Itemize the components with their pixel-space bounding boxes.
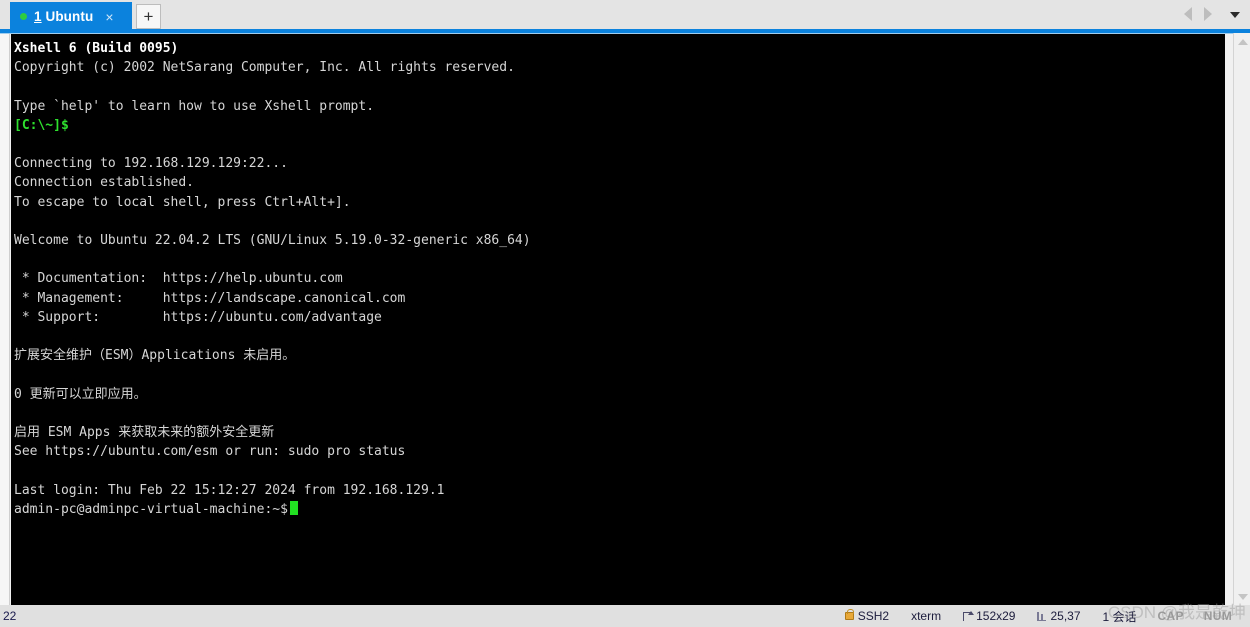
- terminal-line: [C:\~]$: [14, 117, 69, 133]
- status-sessions-label: 1 会话: [1102, 609, 1137, 624]
- tab-status-dot-icon: [20, 13, 27, 20]
- close-icon[interactable]: ×: [105, 10, 113, 24]
- status-bar: 22 SSH2 xterm 152x29 25,37 1 会话 CAP NUM: [0, 603, 1250, 627]
- status-cursor-position[interactable]: 25,37: [1026, 609, 1091, 623]
- terminal-line: * Management: https://landscape.canonica…: [14, 290, 406, 306]
- terminal-line: 扩展安全维护（ESM）Applications 未启用。: [14, 348, 296, 364]
- terminal-line: Welcome to Ubuntu 22.04.2 LTS (GNU/Linux…: [14, 233, 531, 249]
- terminal-output: Xshell 6 (Build 0095) Copyright (c) 2002 …: [14, 39, 1225, 500]
- terminal-line: * Support: https://ubuntu.com/advantage: [14, 309, 382, 325]
- status-num-lock: NUM: [1203, 609, 1232, 623]
- chevron-down-icon: [1230, 12, 1240, 18]
- text-cursor: [289, 500, 298, 515]
- status-size[interactable]: 152x29: [952, 609, 1026, 623]
- status-terminal-type-label: xterm: [911, 609, 942, 623]
- chevron-right-icon: [1204, 7, 1212, 21]
- resize-icon: [963, 610, 975, 621]
- terminal-line: Type `help' to learn how to use Xshell p…: [14, 98, 375, 114]
- terminal-line: Copyright (c) 2002 NetSarang Computer, I…: [14, 60, 515, 76]
- tab-title: Ubuntu: [45, 9, 94, 24]
- terminal-line: Connection established.: [14, 175, 195, 191]
- terminal-line: 启用 ESM Apps 来获取未来的额外安全更新: [14, 425, 275, 441]
- status-port: 22: [3, 609, 17, 623]
- tab-bar: 1 Ubuntu × +: [0, 0, 1250, 33]
- lock-icon: [844, 609, 855, 620]
- scroll-down-button[interactable]: [1234, 588, 1250, 605]
- prompt-text: admin-pc@adminpc-virtual-machine:~$: [14, 501, 288, 517]
- chevron-left-icon: [1184, 7, 1192, 21]
- tab-scroll-left-button[interactable]: [1184, 7, 1192, 21]
- xshell-window: 1 Ubuntu × + Xshell 6 (Build 0095) Copyri…: [0, 0, 1250, 627]
- terminal-prompt-line: admin-pc@adminpc-virtual-machine:~$: [14, 500, 1225, 519]
- status-size-label: 152x29: [976, 609, 1016, 623]
- terminal-line: Connecting to 192.168.129.129:22...: [14, 156, 288, 172]
- terminal-line: Last login: Thu Feb 22 15:12:27 2024 fro…: [14, 482, 445, 498]
- status-right-group: SSH2 xterm 152x29 25,37 1 会话 CAP NUM CSD…: [834, 603, 1250, 625]
- tab-index: 1: [34, 9, 42, 24]
- tab-scroll-right-button[interactable]: [1204, 7, 1212, 21]
- scroll-up-button[interactable]: [1234, 33, 1250, 50]
- status-sessions[interactable]: 1 会话: [1092, 608, 1148, 625]
- terminal-line: 0 更新可以立即应用。: [14, 386, 147, 402]
- cursor-position-icon: [1037, 611, 1047, 621]
- new-tab-button[interactable]: +: [136, 4, 161, 29]
- terminal-line: See https://ubuntu.com/esm or run: sudo …: [14, 444, 406, 460]
- chevron-up-icon: [1237, 38, 1248, 45]
- status-caps-lock: CAP: [1157, 609, 1184, 623]
- tab-label: 1 Ubuntu: [34, 9, 93, 24]
- status-terminal-type[interactable]: xterm: [900, 609, 952, 623]
- terminal-left-gutter: [0, 34, 10, 606]
- status-protocol-label: SSH2: [857, 609, 890, 623]
- tab-ubuntu[interactable]: 1 Ubuntu ×: [10, 2, 132, 31]
- terminal-line: * Documentation: https://help.ubuntu.com: [14, 271, 343, 287]
- tab-list-dropdown-button[interactable]: [1230, 12, 1240, 18]
- status-cursor-position-label: 25,37: [1050, 609, 1081, 623]
- vertical-scrollbar[interactable]: [1233, 33, 1250, 605]
- terminal-line: To escape to local shell, press Ctrl+Alt…: [14, 194, 351, 210]
- chevron-down-icon: [1237, 593, 1248, 600]
- status-protocol[interactable]: SSH2: [834, 609, 900, 623]
- terminal-line: Xshell 6 (Build 0095): [14, 41, 179, 56]
- terminal-panel: Xshell 6 (Build 0095) Copyright (c) 2002 …: [0, 33, 1250, 606]
- terminal-screen[interactable]: Xshell 6 (Build 0095) Copyright (c) 2002 …: [11, 34, 1225, 606]
